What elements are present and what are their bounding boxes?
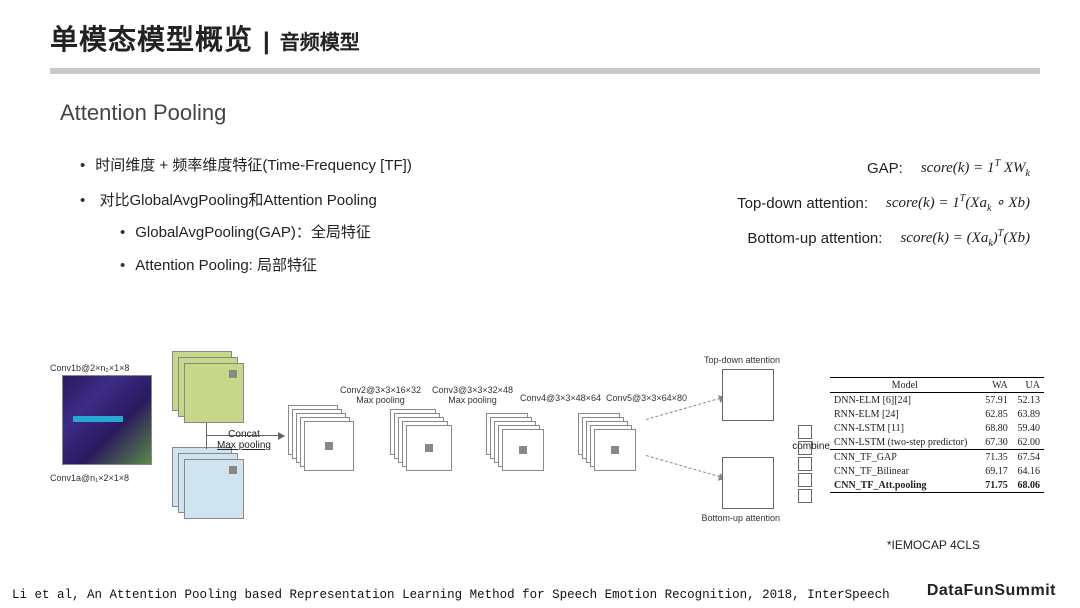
table-row: CNN_TF_Bilinear69.1764.16	[830, 464, 1044, 478]
eq-label: Top-down attention:	[698, 195, 868, 212]
bullet-text: 对比GlobalAvgPooling和Attention Pooling	[99, 192, 376, 209]
divider	[50, 68, 1040, 74]
title-main: 单模态模型概览	[50, 18, 253, 58]
text: Max pooling	[210, 440, 278, 452]
th-wa: WA	[979, 378, 1011, 393]
eq-formula: score(k) = 1T XWk	[921, 158, 1030, 179]
conv-label: Conv3@3×3×32×48 Max pooling	[432, 385, 513, 405]
bullet-list: 时间维度 + 频率维度特征(Time-Frequency [TF]) 对比Glo…	[80, 152, 620, 286]
attention-box	[722, 457, 774, 509]
th-model: Model	[830, 378, 979, 393]
table-row: CNN-LSTM (two-step predictor)67.3062.00	[830, 435, 1044, 450]
bullet-subitem: GlobalAvgPooling(GAP)：全局特征	[120, 219, 620, 248]
conv-label: Conv4@3×3×48×64	[520, 393, 601, 403]
table-row: CNN_TF_Att.pooling71.7568.06	[830, 478, 1044, 493]
arrow-icon	[646, 455, 725, 479]
table-row: CNN-LSTM [11]68.8059.40	[830, 421, 1044, 435]
table-row: CNN_TF_GAP71.3567.54	[830, 450, 1044, 465]
results-table: Model WA UA DNN-ELM [6][24]57.9152.13 RN…	[830, 377, 1044, 493]
conv-label: Conv2@3×3×16×32 Max pooling	[340, 385, 421, 405]
equations: GAP: score(k) = 1T XWk Top-down attentio…	[640, 152, 1030, 286]
conv-label: Conv5@3×3×64×80	[606, 393, 687, 403]
eq-formula: score(k) = (Xak)T(Xb)	[900, 228, 1030, 249]
spectrogram-image	[62, 375, 152, 465]
content-columns: 时间维度 + 频率维度特征(Time-Frequency [TF]) 对比Glo…	[80, 152, 1030, 286]
eq-label: Bottom-up attention:	[712, 230, 882, 247]
conv-label: Conv1a@n₁×2×1×8	[50, 473, 129, 483]
attn-label: Top-down attention	[704, 355, 780, 365]
output-vector	[798, 425, 812, 503]
text: Concat	[210, 429, 278, 441]
title-separator: |	[263, 28, 270, 56]
eq-formula: score(k) = 1T(Xak ∘ Xb)	[886, 193, 1030, 214]
attention-box	[722, 369, 774, 421]
bullet-item: 时间维度 + 频率维度特征(Time-Frequency [TF])	[80, 152, 620, 181]
conv-label: Conv1b@2×n₂×1×8	[50, 363, 129, 373]
equation-gap: GAP: score(k) = 1T XWk	[640, 158, 1030, 179]
table-row: RNN-ELM [24]62.8563.89	[830, 407, 1044, 421]
citation: Li et al, An Attention Pooling based Rep…	[12, 588, 890, 602]
dataset-note: *IEMOCAP 4CLS	[887, 538, 980, 552]
combine-label: combine	[792, 441, 830, 452]
th-ua: UA	[1012, 378, 1044, 393]
attn-label: Bottom-up attention	[701, 513, 780, 523]
table-row: DNN-ELM [6][24]57.9152.13	[830, 393, 1044, 408]
bullet-item: 对比GlobalAvgPooling和Attention Pooling Glo…	[80, 187, 620, 281]
equation-bottomup: Bottom-up attention: score(k) = (Xak)T(X…	[640, 228, 1030, 249]
slide: 单模态模型概览 | 音频模型 Attention Pooling 时间维度 + …	[0, 0, 1080, 608]
eq-label: GAP:	[733, 160, 903, 177]
section-heading: Attention Pooling	[60, 100, 1040, 126]
architecture-diagram: Conv1b@2×n₂×1×8 Conv1a@n₁×2×1×8 Concat M…	[50, 355, 1044, 530]
text: Conv3@3×3×32×48 Max pooling	[432, 385, 513, 405]
text: Conv2@3×3×16×32 Max pooling	[340, 385, 421, 405]
equation-topdown: Top-down attention: score(k) = 1T(Xak ∘ …	[640, 193, 1030, 214]
concat-label: Concat Max pooling	[210, 423, 278, 457]
bullet-subitem: Attention Pooling: 局部特征	[120, 252, 620, 281]
page-title: 单模态模型概览 | 音频模型	[50, 18, 1040, 58]
brand-label: DataFunSummit	[927, 582, 1056, 600]
title-sub: 音频模型	[280, 26, 360, 55]
